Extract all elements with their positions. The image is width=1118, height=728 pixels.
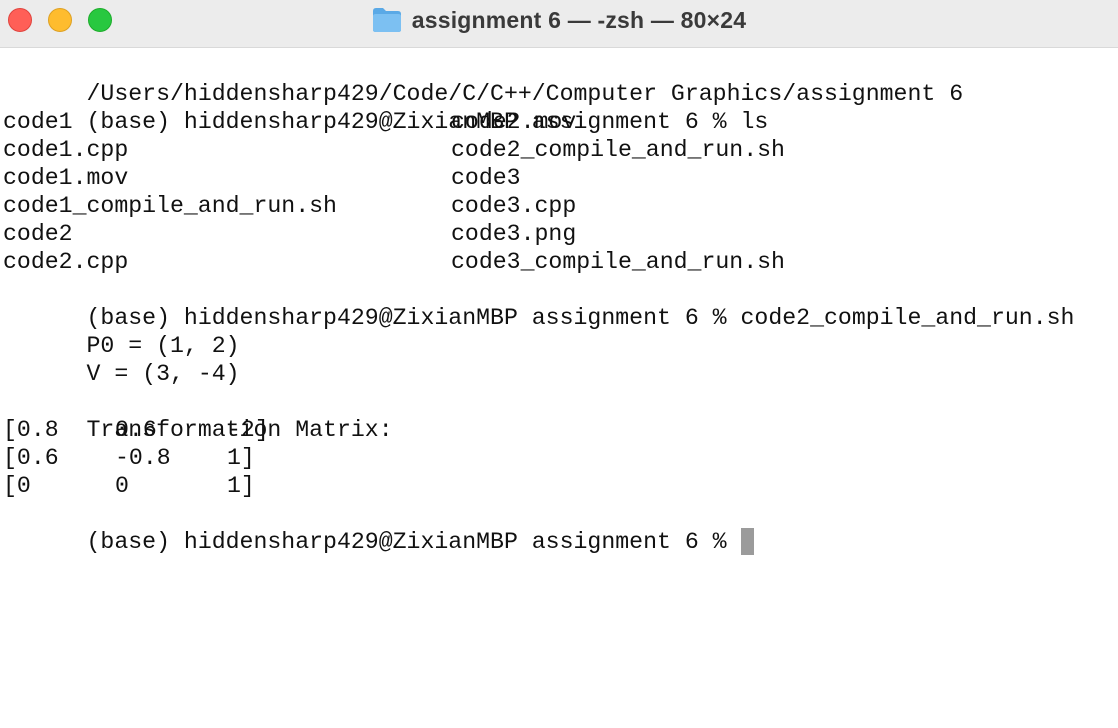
text-cursor[interactable] (740, 528, 754, 555)
ls-entry: code3 (451, 165, 521, 191)
matrix-row: [0.6 -0.8 1] (3, 444, 1115, 472)
output-line: V = (3, -4) (3, 332, 1115, 387)
matrix-cell: [0.6 (3, 445, 59, 471)
output-line: Transformation Matrix: (3, 388, 1115, 443)
ls-entry: code1.mov (3, 165, 129, 191)
ls-entry: code2.cpp (3, 249, 129, 275)
ls-row: code2 code3.png (3, 220, 1115, 248)
terminal-line-ls-command: (base) hiddensharp429@ZixianMBP assignme… (3, 80, 1115, 135)
matrix-cell: 0.6 (115, 417, 157, 443)
terminal-line-run-command: (base) hiddensharp429@ZixianMBP assignme… (3, 276, 1115, 331)
matrix-row: [0 0 1] (3, 472, 1115, 500)
window-title-area: assignment 6 — -zsh — 80×24 (0, 0, 1118, 40)
matrix-cell: 1] (227, 445, 255, 471)
matrix-cell: -0.8 (115, 445, 171, 471)
ls-entry: code1 (3, 109, 73, 135)
terminal-content[interactable]: /Users/hiddensharp429/Code/C/C++/Compute… (3, 52, 1115, 724)
matrix-cell: [0.8 (3, 417, 59, 443)
ls-entry: code2.mov (451, 109, 577, 135)
ls-entry: code3.cpp (451, 193, 577, 219)
ls-entry: code1_compile_and_run.sh (3, 193, 337, 219)
shell-prompt: (base) hiddensharp429@ZixianMBP assignme… (86, 529, 741, 555)
ls-entry: code2_compile_and_run.sh (451, 137, 785, 163)
ls-row: code1.mov code3 (3, 164, 1115, 192)
ls-entry: code3.png (451, 221, 577, 247)
ls-row: code1.cpp code2_compile_and_run.sh (3, 136, 1115, 164)
matrix-cell: [0 (3, 473, 31, 499)
terminal-line-path: /Users/hiddensharp429/Code/C/C++/Compute… (3, 52, 1115, 107)
ls-row: code1 code2.mov (3, 108, 1115, 136)
matrix-cell: 0 (115, 473, 129, 499)
output-line: P0 = (1, 2) (3, 304, 1115, 359)
title-bar[interactable]: assignment 6 — -zsh — 80×24 (0, 0, 1118, 48)
ls-row: code2.cpp code3_compile_and_run.sh (3, 248, 1115, 276)
ls-row: code1_compile_and_run.sh code3.cpp (3, 192, 1115, 220)
matrix-cell: 1] (227, 473, 255, 499)
matrix-row: [0.8 0.6 -2] (3, 416, 1115, 444)
ls-entry: code3_compile_and_run.sh (451, 249, 785, 275)
matrix-cell: -2] (227, 417, 269, 443)
terminal-window: assignment 6 — -zsh — 80×24 /Users/hidde… (0, 0, 1118, 728)
ls-entry: code1.cpp (3, 137, 129, 163)
window-title: assignment 6 — -zsh — 80×24 (411, 6, 747, 33)
folder-icon (372, 8, 401, 32)
ls-entry: code2 (3, 221, 73, 247)
terminal-line-final-prompt: (base) hiddensharp429@ZixianMBP assignme… (3, 500, 1115, 555)
